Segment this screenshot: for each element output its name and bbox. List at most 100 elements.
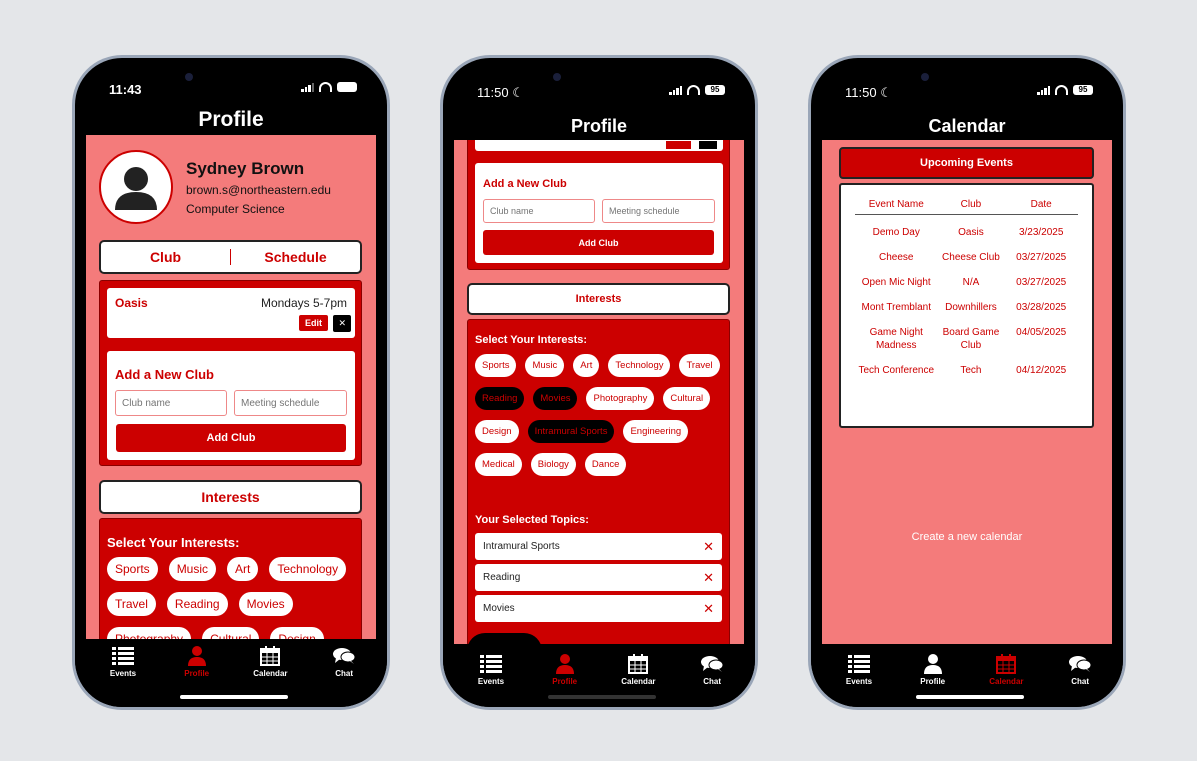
interest-chip[interactable]: Technology [269,557,347,581]
interest-chip[interactable]: Travel [679,354,720,377]
status-time: 11:50 ☾ [477,85,524,100]
event-club: Tech [960,365,982,376]
remove-topic-icon[interactable]: ✕ [703,601,714,617]
segment-club[interactable]: Club [101,249,230,265]
tab-label: Chat [1071,677,1089,686]
remove-topic-icon[interactable]: ✕ [703,539,714,555]
calendar-icon [240,645,300,667]
interest-chip-selected[interactable]: Intramural Sports [527,420,615,443]
tab-label: Profile [552,677,578,686]
event-date: 04/12/2025 [1016,365,1067,376]
tab-profile[interactable]: Profile [535,653,595,686]
club-panel: Oasis Mondays 5-7pm Edit ✕ Add a New Clu… [99,280,362,466]
event-row[interactable]: Mont Tremblant Downhillers 03/28/2025 [855,289,1078,314]
interest-chip[interactable]: Cultural [663,387,711,410]
club-schedule-toggle: Club Schedule [99,240,362,274]
interest-chip[interactable]: Biology [530,453,576,476]
list-icon [829,653,889,675]
calendar-icon [976,653,1036,675]
interest-chip[interactable]: Music [525,354,565,377]
interests-panel: Select Your Interests: Sports Music Art Tec… [467,319,730,650]
select-interests-heading: Select Your Interests: [107,535,240,550]
event-row[interactable]: Demo Day Oasis 3/23/2025 [855,215,1078,240]
remove-topic-icon[interactable]: ✕ [703,570,714,586]
interest-chip[interactable]: Movies [238,592,293,616]
wifi-icon [319,82,332,92]
tab-profile[interactable]: Profile [167,645,227,678]
interests-button[interactable]: Interests [467,283,730,315]
tab-label: Calendar [253,669,288,678]
tab-events[interactable]: Events [829,653,889,686]
interest-chip[interactable]: Design [475,420,519,443]
tab-label: Events [109,669,137,678]
selected-topics-list: Intramural Sports ✕ Reading ✕ Movies ✕ [475,533,722,622]
interest-chip[interactable]: Technology [608,354,671,377]
battery-icon: 95 [705,85,725,95]
tab-label: Chat [703,677,721,686]
add-club-button[interactable]: Add Club [483,230,714,255]
create-calendar-link[interactable]: Create a new calendar [822,531,1112,543]
tab-chat[interactable]: Chat [1050,653,1110,686]
tab-chat[interactable]: Chat [682,653,742,686]
event-row[interactable]: Open Mic Night N/A 03/27/2025 [855,264,1078,289]
tab-calendar[interactable]: Calendar [976,653,1036,686]
interest-chip[interactable]: Art [227,557,259,581]
interest-chip-selected[interactable]: Reading [475,387,525,410]
club-name-input[interactable] [115,390,227,416]
interest-chip[interactable]: Dance [584,453,627,476]
status-bar: 11:43 [75,80,387,98]
interests-panel: Select Your Interests: Sports Music Art Tec… [99,518,362,640]
events-table-card: Event Name Club Date Demo Day Oasis 3/23/2… [839,183,1094,428]
tab-chat[interactable]: Chat [314,645,374,678]
edit-button[interactable] [666,141,691,149]
meeting-schedule-input[interactable] [602,199,715,223]
upcoming-events-button[interactable]: Upcoming Events [839,147,1094,179]
tab-bar: Events Profile Calendar Chat [811,644,1123,707]
battery-icon: 95 [1073,85,1093,95]
tab-calendar[interactable]: Calendar [608,653,668,686]
delete-club-button[interactable]: ✕ [333,315,351,332]
interest-chip-selected[interactable]: Movies [533,387,578,410]
event-row[interactable]: Tech Conference Tech 04/12/2025 [855,352,1078,377]
interest-chip[interactable]: Sports [475,354,517,377]
person-icon [167,645,227,667]
interests-button[interactable]: Interests [99,480,362,514]
club-card [475,140,723,151]
edit-button[interactable]: Edit [299,315,328,331]
profile-major: Computer Science [186,202,285,216]
status-bar: 11:50 ☾ 95 [811,83,1123,101]
event-row[interactable]: Game Night Madness Board Game Club 04/05/2… [855,314,1078,352]
person-icon [115,167,157,210]
interest-chip[interactable]: Medical [475,453,522,476]
event-club: Board Game Club [942,327,1000,351]
tab-events[interactable]: Events [93,645,153,678]
tab-events[interactable]: Events [461,653,521,686]
event-row[interactable]: Cheese Cheese Club 03/27/2025 [855,239,1078,264]
event-date: 03/27/2025 [1016,252,1067,263]
add-club-button[interactable]: Add Club [116,424,346,452]
home-indicator [180,695,288,699]
interest-chip[interactable]: Art [573,354,600,377]
interest-chip[interactable]: Travel [107,592,156,616]
tab-profile[interactable]: Profile [903,653,963,686]
camera [921,73,929,81]
interest-chip[interactable]: Engineering [623,420,689,443]
event-name: Demo Day [872,227,920,238]
interest-chip[interactable]: Sports [107,557,158,581]
club-name-input[interactable] [483,199,595,223]
meeting-schedule-input[interactable] [234,390,347,416]
segment-schedule[interactable]: Schedule [231,249,360,265]
delete-club-button[interactable] [699,141,717,149]
interest-chip[interactable]: Photography [586,387,655,410]
interest-chip[interactable]: Reading [166,592,228,616]
interest-chip[interactable]: Music [168,557,217,581]
page-title: Profile [198,108,264,131]
moon-icon: ☾ [512,85,524,100]
event-name: Cheese [879,252,914,263]
event-club: N/A [962,277,980,288]
topic-label: Reading [483,572,521,583]
profile-screen: Sydney Brown brown.s@northeastern.edu Co… [86,135,376,640]
tab-calendar[interactable]: Calendar [240,645,300,678]
event-date: 3/23/2025 [1018,227,1064,238]
tab-label: Events [845,677,873,686]
